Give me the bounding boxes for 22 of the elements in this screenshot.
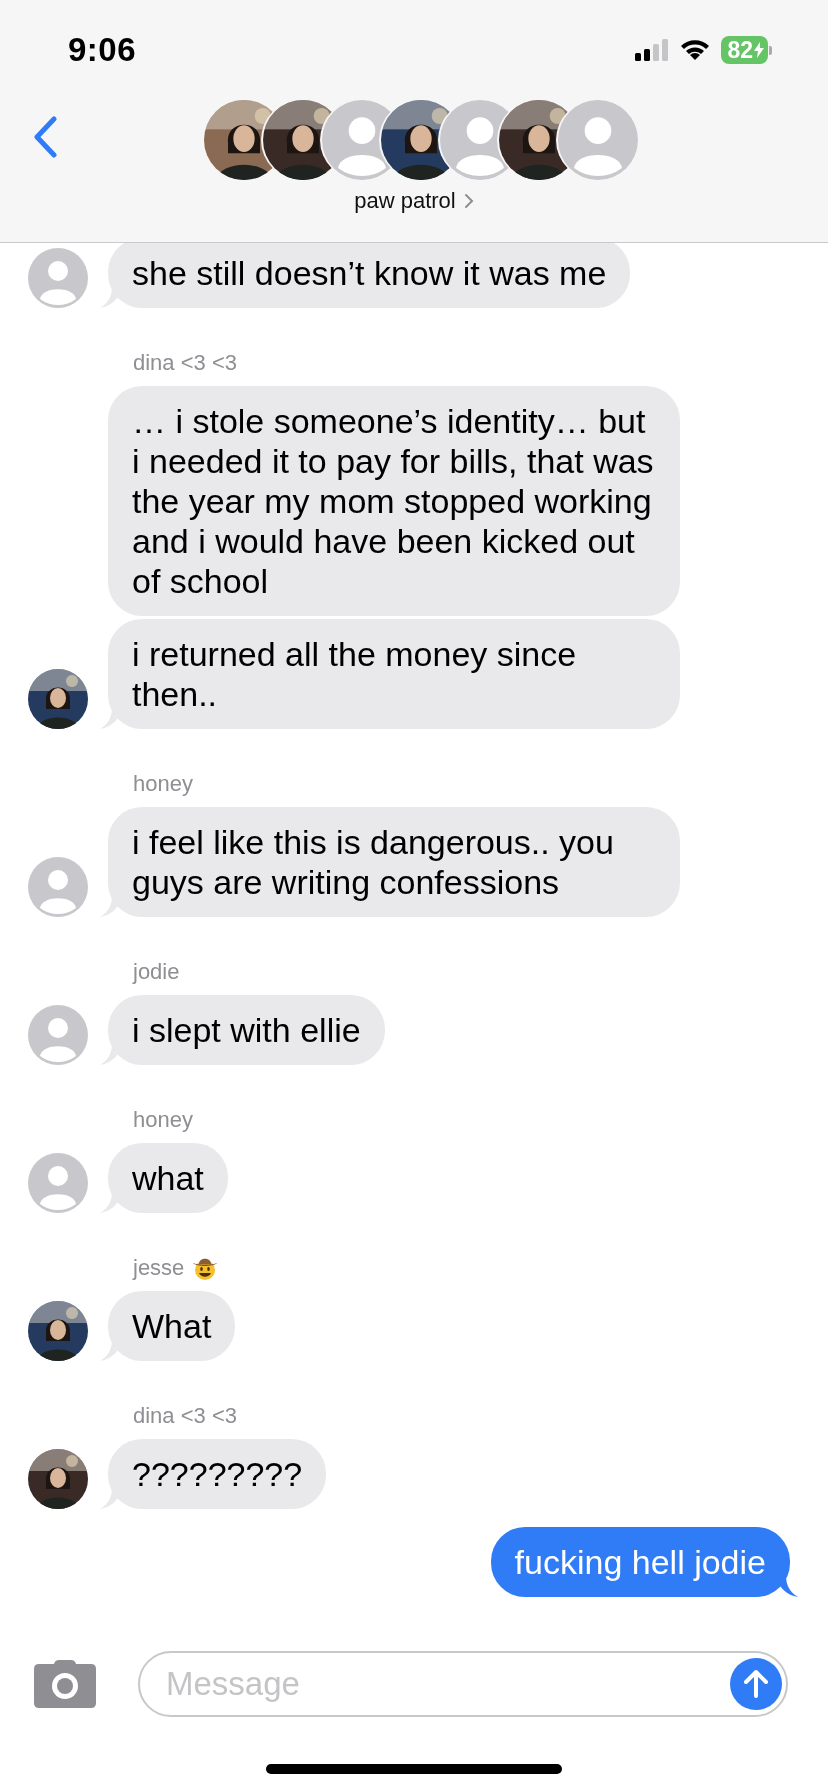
sender-name: honey [133,1107,193,1133]
signal-icon [635,39,670,61]
arrow-up-icon [743,1669,769,1699]
camera-icon[interactable] [34,1660,96,1708]
sender-name: dina <3 <3 [133,1403,237,1429]
status-time: 9:06 [68,31,137,69]
sender-name: jodie [133,959,180,985]
battery-icon: 82 [721,36,768,64]
avatar-placeholder-icon [28,248,88,308]
back-chevron-icon[interactable] [32,116,58,158]
message-bubble: … i stole someone’s identity… but i needed it to pay for bills, that was the year my mom stopped working and i would have been kicked out of school [108,386,680,616]
sender-name: dina <3 <3 [133,350,237,376]
group-name[interactable]: paw patrol [354,188,456,214]
chevron-right-icon[interactable] [463,192,474,210]
avatar-placeholder-icon [558,100,638,180]
message-field[interactable]: Message [138,1651,788,1717]
sender-name: jesse [133,1255,185,1281]
avatar-placeholder-icon [28,1005,88,1065]
sender-name: honey [133,771,193,797]
wifi-icon [679,38,712,62]
avatar-placeholder-icon [28,1153,88,1213]
avatar-placeholder-icon [28,857,88,917]
